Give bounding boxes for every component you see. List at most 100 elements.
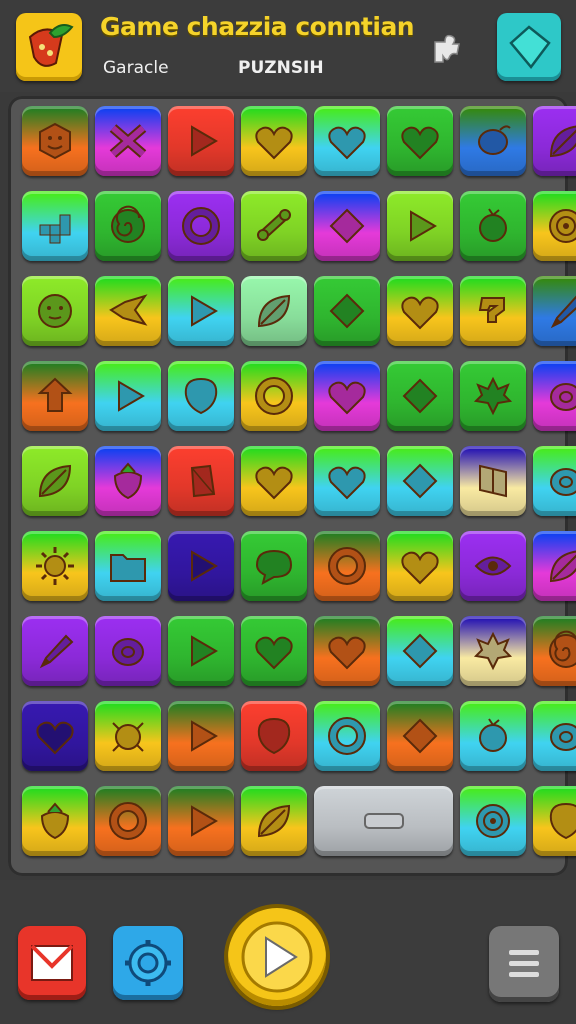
tile[interactable] — [533, 531, 576, 601]
tile[interactable] — [168, 616, 234, 686]
tile[interactable] — [22, 701, 88, 771]
subtitle-right: PUZNSIH — [238, 58, 324, 78]
heart-icon — [401, 551, 439, 585]
play-arrow-icon — [118, 380, 145, 412]
tile[interactable] — [168, 361, 234, 431]
tile[interactable] — [95, 106, 161, 176]
tile[interactable] — [460, 191, 526, 261]
lemon-icon — [112, 638, 144, 666]
play-arrow-icon — [410, 210, 437, 242]
sun-icon — [36, 547, 74, 585]
tile[interactable] — [95, 446, 161, 516]
diamond-icon — [402, 463, 438, 499]
tile[interactable] — [241, 106, 307, 176]
subtitle-left: Garacle — [103, 58, 169, 78]
tile[interactable] — [168, 786, 234, 856]
game-board — [8, 96, 576, 876]
menu-button[interactable] — [489, 926, 559, 1002]
blank-block-icon — [363, 813, 404, 829]
tile[interactable] — [387, 701, 453, 771]
tile[interactable] — [533, 701, 576, 771]
tile[interactable] — [241, 361, 307, 431]
tile[interactable] — [168, 531, 234, 601]
diamond-icon — [402, 718, 438, 754]
tile[interactable] — [168, 106, 234, 176]
bird-icon — [109, 294, 148, 326]
tile[interactable] — [460, 446, 526, 516]
diamond-icon — [402, 633, 438, 669]
tile[interactable] — [168, 276, 234, 346]
tile[interactable] — [533, 191, 576, 261]
tile[interactable] — [314, 361, 380, 431]
gem-shop-button[interactable] — [497, 13, 561, 81]
tile[interactable] — [533, 446, 576, 516]
tile[interactable] — [533, 786, 576, 856]
balloon-icon — [549, 802, 576, 840]
tile[interactable] — [533, 106, 576, 176]
tile[interactable] — [241, 446, 307, 516]
target-icon — [476, 804, 510, 838]
play-button[interactable] — [228, 908, 326, 1006]
tile[interactable] — [168, 191, 234, 261]
tile[interactable] — [95, 191, 161, 261]
tile[interactable] — [387, 361, 453, 431]
tile[interactable] — [22, 361, 88, 431]
balloon-icon — [257, 717, 291, 755]
tile[interactable] — [460, 361, 526, 431]
tile[interactable] — [314, 446, 380, 516]
tile[interactable] — [314, 531, 380, 601]
app-logo-icon[interactable] — [16, 13, 82, 81]
tile[interactable] — [241, 191, 307, 261]
ring-icon — [255, 377, 293, 415]
tile[interactable] — [95, 361, 161, 431]
tile[interactable] — [387, 446, 453, 516]
tile[interactable] — [241, 616, 307, 686]
target-icon — [549, 209, 576, 243]
tile[interactable] — [314, 191, 380, 261]
puzzle-piece-icon[interactable] — [427, 28, 467, 68]
tile[interactable] — [22, 531, 88, 601]
tile[interactable] — [460, 701, 526, 771]
tile[interactable] — [314, 786, 453, 856]
tile[interactable] — [22, 191, 88, 261]
tile[interactable] — [22, 276, 88, 346]
tile[interactable] — [314, 616, 380, 686]
tile[interactable] — [314, 701, 380, 771]
tile[interactable] — [95, 276, 161, 346]
tile[interactable] — [95, 786, 161, 856]
tile[interactable] — [387, 106, 453, 176]
tile[interactable] — [460, 616, 526, 686]
tile[interactable] — [314, 106, 380, 176]
lemon-icon — [550, 723, 576, 751]
tile[interactable] — [387, 191, 453, 261]
tile[interactable] — [533, 616, 576, 686]
tile[interactable] — [95, 616, 161, 686]
tile[interactable] — [387, 276, 453, 346]
tile[interactable] — [460, 531, 526, 601]
mail-button[interactable] — [18, 926, 86, 1000]
settings-button[interactable] — [113, 926, 183, 1000]
tile[interactable] — [22, 446, 88, 516]
tile[interactable] — [241, 701, 307, 771]
tile[interactable] — [460, 786, 526, 856]
tile[interactable] — [387, 531, 453, 601]
tile[interactable] — [95, 531, 161, 601]
tile[interactable] — [241, 276, 307, 346]
tile[interactable] — [22, 786, 88, 856]
tile[interactable] — [460, 276, 526, 346]
tile[interactable] — [314, 276, 380, 346]
tile[interactable] — [387, 616, 453, 686]
tile[interactable] — [22, 106, 88, 176]
tile[interactable] — [533, 361, 576, 431]
tile[interactable] — [533, 276, 576, 346]
diamond-icon — [402, 378, 438, 414]
tile[interactable] — [168, 446, 234, 516]
tile[interactable] — [22, 616, 88, 686]
ring-icon — [182, 207, 220, 245]
tile[interactable] — [168, 701, 234, 771]
tile[interactable] — [460, 106, 526, 176]
tile[interactable] — [241, 531, 307, 601]
tile[interactable] — [95, 701, 161, 771]
tile[interactable] — [241, 786, 307, 856]
heart-icon — [328, 381, 366, 415]
